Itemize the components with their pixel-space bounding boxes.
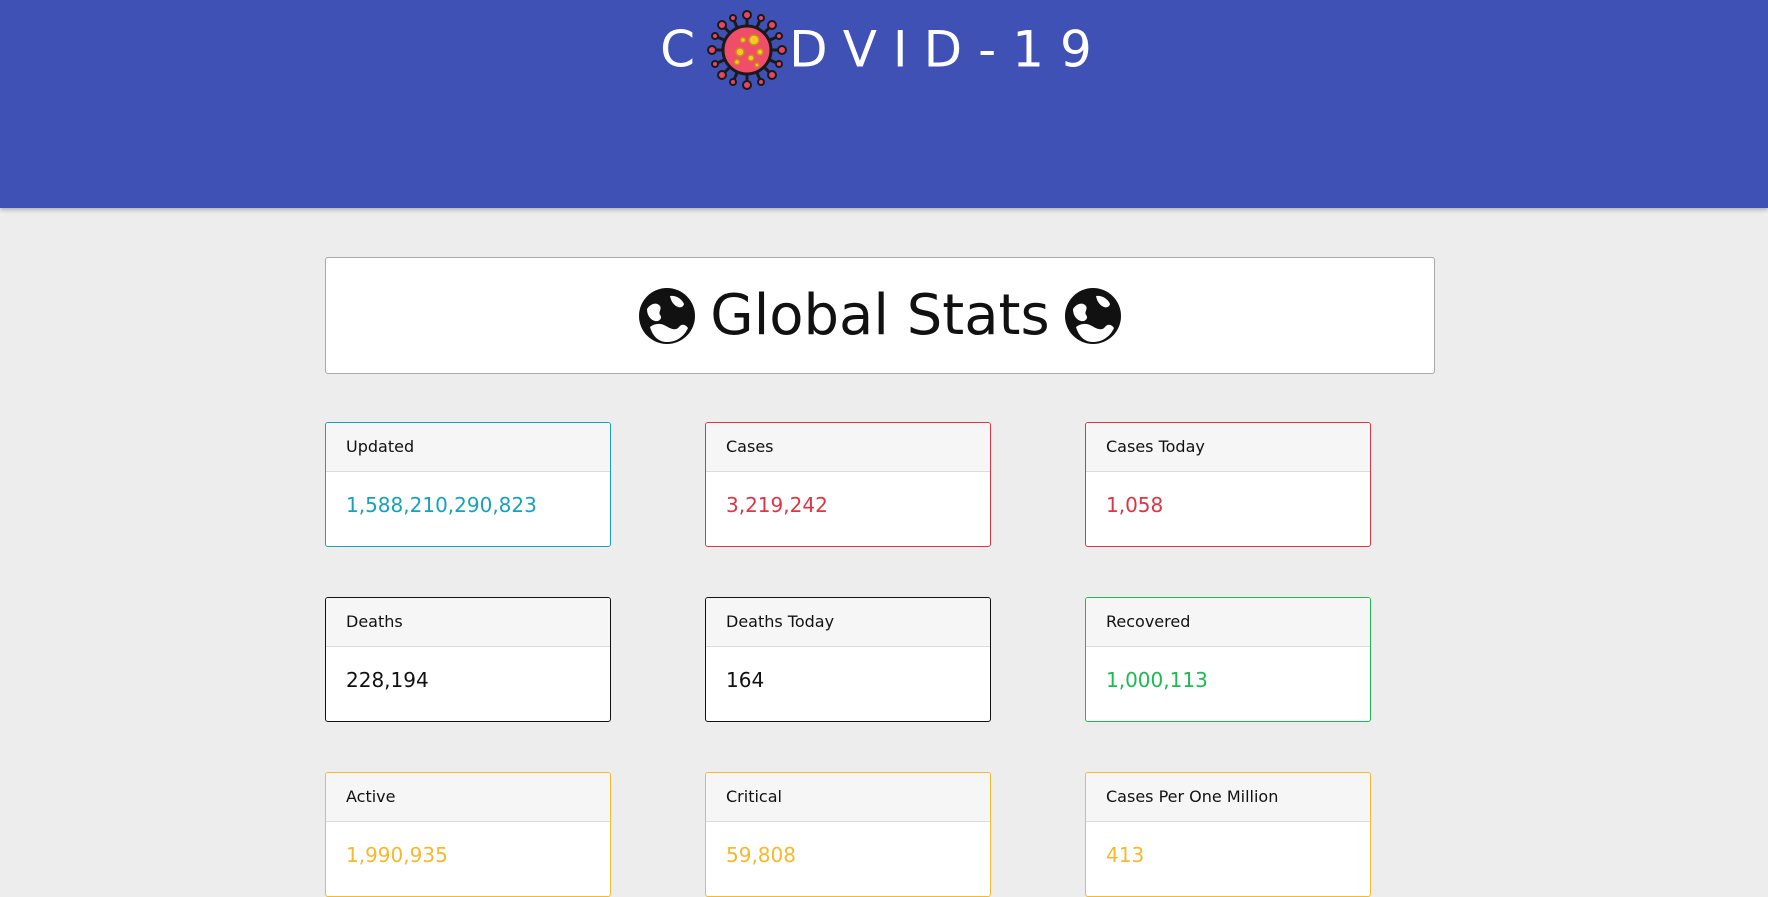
stat-card-cases: Cases 3,219,242: [705, 422, 991, 547]
stat-card-recovered: Recovered 1,000,113: [1085, 597, 1371, 722]
stat-card-label: Deaths: [326, 598, 610, 647]
stat-card-label: Updated: [326, 423, 610, 472]
stat-card-label: Critical: [706, 773, 990, 822]
stat-card-value: 1,000,113: [1106, 668, 1208, 692]
stat-card-value: 164: [726, 668, 765, 692]
stat-card-updated: Updated 1,588,210,290,823: [325, 422, 611, 547]
stat-card-value: 3,219,242: [726, 493, 828, 517]
stat-card-cases-today: Cases Today 1,058: [1085, 422, 1371, 547]
global-stats-title: Global Stats: [710, 282, 1050, 348]
stat-card-value: 1,588,210,290,823: [346, 493, 537, 517]
stat-card-deaths-today: Deaths Today 164: [705, 597, 991, 722]
stat-card-cases-per-million: Cases Per One Million 413: [1085, 772, 1371, 897]
app-header: C DVID-19: [0, 0, 1768, 208]
stat-card-value: 228,194: [346, 668, 429, 692]
title-suffix: DVID-19: [789, 20, 1108, 79]
stat-card-label: Deaths Today: [706, 598, 990, 647]
virus-icon: [707, 9, 788, 90]
stat-card-critical: Critical 59,808: [705, 772, 991, 897]
stat-card-label: Cases Today: [1086, 423, 1370, 472]
globe-icon: [639, 287, 696, 344]
stat-card-active: Active 1,990,935: [325, 772, 611, 897]
stat-card-value: 413: [1106, 843, 1145, 867]
stat-card-label: Active: [326, 773, 610, 822]
app-title: C DVID-19: [0, 6, 1768, 90]
stat-card-label: Cases: [706, 423, 990, 472]
stat-card-value: 1,058: [1106, 493, 1164, 517]
stat-card-label: Cases Per One Million: [1086, 773, 1370, 822]
global-stats-banner: Global Stats: [325, 257, 1435, 374]
stat-card-deaths: Deaths 228,194: [325, 597, 611, 722]
globe-icon: [1064, 287, 1121, 344]
stat-card-value: 59,808: [726, 843, 796, 867]
stat-card-label: Recovered: [1086, 598, 1370, 647]
title-prefix: C: [660, 20, 712, 79]
stat-card-value: 1,990,935: [346, 843, 448, 867]
